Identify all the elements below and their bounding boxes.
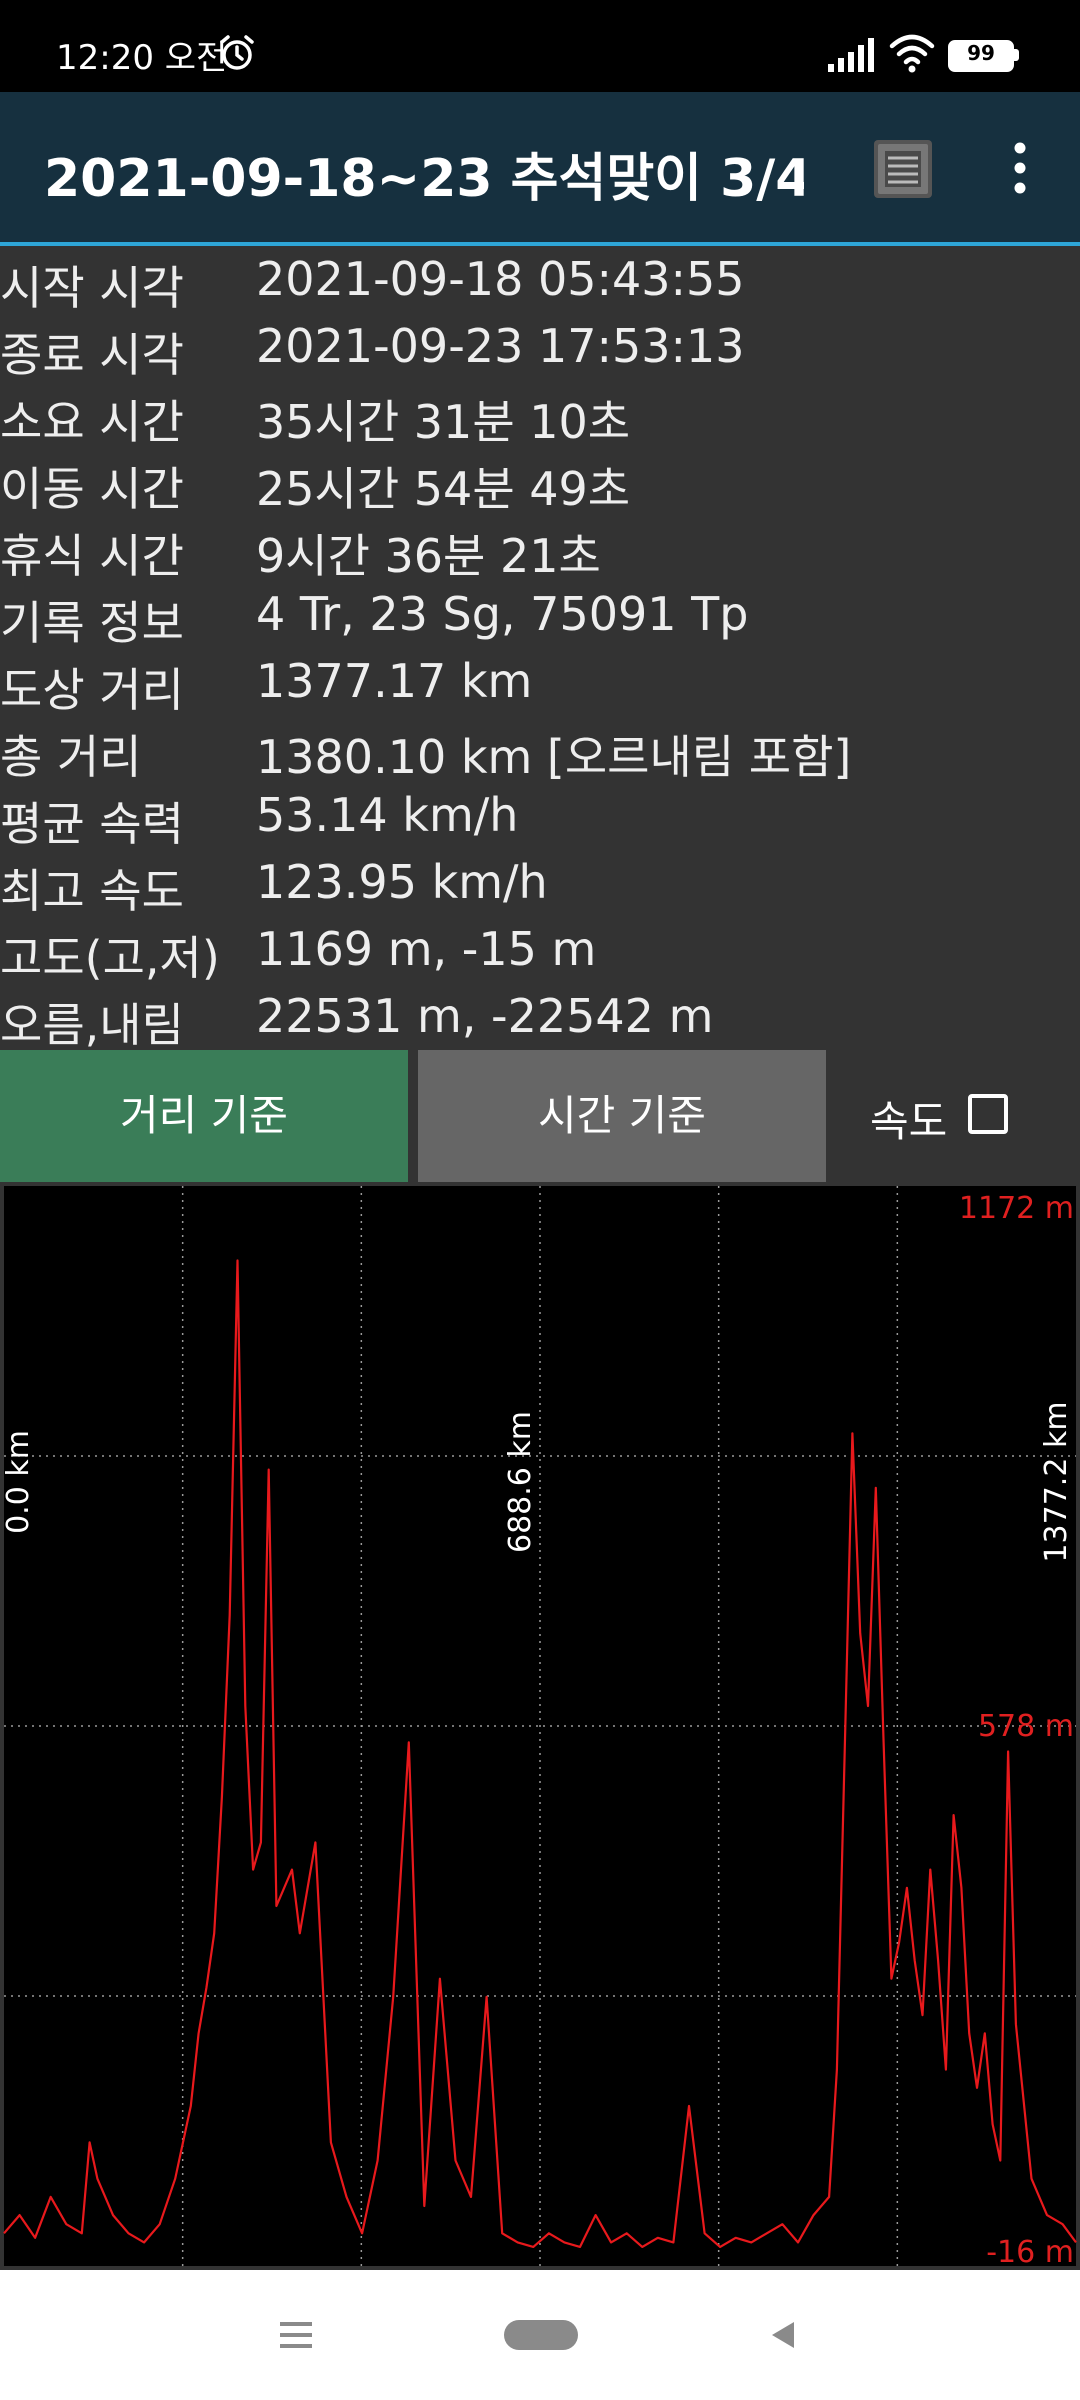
info-label: 휴식 시간 [0,529,184,583]
x-tick-label: 688.6 km [503,1411,538,1553]
info-value: 25시간 54분 49초 [256,462,631,516]
y-tick-label: 1172 m [959,1191,1074,1226]
recent-apps-icon[interactable] [278,2318,314,2352]
speed-checkbox[interactable] [968,1094,1008,1134]
status-bar: 12:20 오전 99 [0,0,1080,92]
list-view-button[interactable] [870,136,936,202]
more-options-icon[interactable] [995,138,1045,198]
battery-level: 99 [967,41,995,65]
info-label: 평균 속력 [0,797,184,851]
info-value: 4 Tr, 23 Sg, 75091 Tp [256,587,749,641]
info-row: 휴식 시간 9시간 36분 21초 [0,520,1080,586]
x-tick-label: 1377.2 km [1039,1401,1074,1562]
info-value: 1380.10 km [오르내림 포함] [256,730,852,784]
cellular-signal-icon [828,38,874,72]
wifi-icon [889,34,935,73]
alarm-clock-icon [220,35,254,70]
info-label: 총 거리 [0,730,142,784]
info-value: 1377.17 km [256,654,533,708]
elevation-chart[interactable]: 0.0 km 688.6 km 1377.2 km 1172 m 578 m -16 m [0,1182,1080,2270]
info-label: 소요 시간 [0,395,184,449]
info-row: 평균 속력 53.14 km/h [0,788,1080,854]
system-navigation-bar [0,2270,1080,2400]
battery-icon: 99 [948,40,1019,72]
info-label: 시작 시각 [0,261,184,315]
elevation-chart-area: 0.0 km 688.6 km 1377.2 km 1172 m 578 m -16 m [0,1182,1080,2270]
info-value: 123.95 km/h [256,855,548,909]
info-label: 기록 정보 [0,596,184,650]
info-value: 35시간 31분 10초 [256,395,631,449]
tab-distance-basis[interactable]: 거리 기준 [0,1050,408,1182]
info-row: 기록 정보 4 Tr, 23 Sg, 75091 Tp [0,587,1080,653]
info-label: 오름,내림 [0,998,184,1052]
x-tick-label: 0.0 km [1,1430,36,1534]
tab-time-basis[interactable]: 시간 기준 [418,1050,826,1182]
page-title: 2021-09-18~23 추석맞이 3/4... [44,149,804,209]
info-row: 이동 시간 25시간 54분 49초 [0,453,1080,519]
info-row: 도상 거리 1377.17 km [0,654,1080,720]
info-value: 22531 m, -22542 m [256,989,714,1043]
info-label: 최고 속도 [0,864,184,918]
info-value: 9시간 36분 21초 [256,529,601,583]
info-label: 도상 거리 [0,663,184,717]
y-tick-label: -16 m [986,2235,1074,2270]
info-label: 이동 시간 [0,462,184,516]
info-value: 2021-09-23 17:53:13 [256,319,745,373]
speed-toggle-label: 속도 [870,1097,948,1146]
info-label: 고도(고,저) [0,931,220,985]
info-row: 최고 속도 123.95 km/h [0,855,1080,921]
y-tick-label: 578 m [978,1709,1074,1744]
status-time: 12:20 오전 [56,38,228,78]
back-icon[interactable] [766,2318,800,2352]
info-value: 53.14 km/h [256,788,519,842]
info-row: 총 거리 1380.10 km [오르내림 포함] [0,721,1080,787]
info-row: 고도(고,저) 1169 m, -15 m [0,922,1080,988]
info-label: 종료 시각 [0,328,184,382]
info-value: 2021-09-18 05:43:55 [256,252,745,306]
info-row: 시작 시각 2021-09-18 05:43:55 [0,252,1080,318]
home-button[interactable] [504,2320,578,2350]
track-info-table: 시작 시각 2021-09-18 05:43:55 종료 시각 2021-09-23… [0,246,1080,1052]
info-row: 소요 시간 35시간 31분 10초 [0,386,1080,452]
app-bar: 2021-09-18~23 추석맞이 3/4... [0,92,1080,246]
info-row: 종료 시각 2021-09-23 17:53:13 [0,319,1080,385]
info-value: 1169 m, -15 m [256,922,597,976]
info-row: 오름,내림 22531 m, -22542 m [0,989,1080,1055]
